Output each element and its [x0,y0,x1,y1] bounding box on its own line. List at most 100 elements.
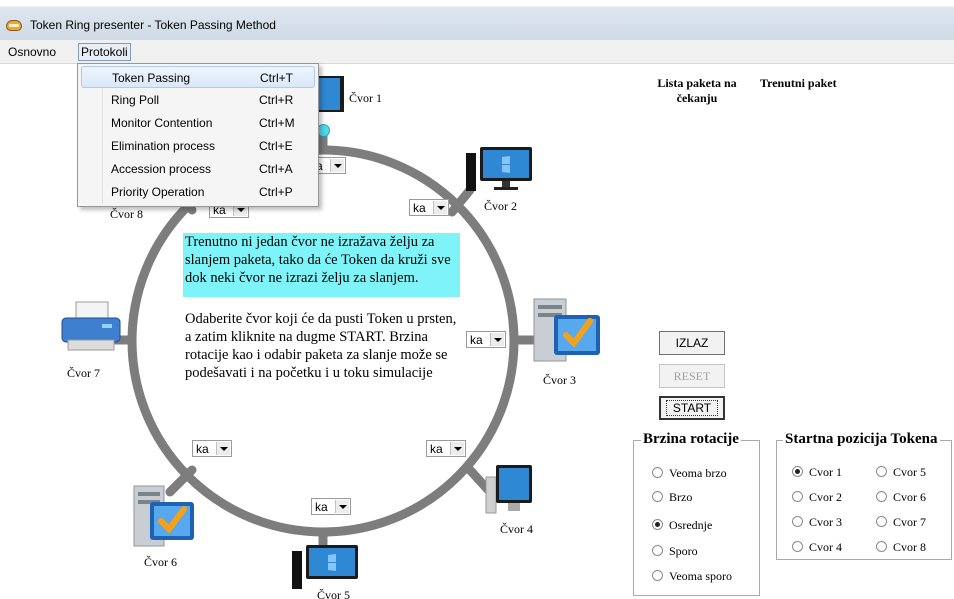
queue-header: Lista paketa na čekanju [657,76,737,105]
server-icon [133,485,194,547]
protokoli-dropdown-menu: Token Passing Ctrl+T Ring Poll Ctrl+R Mo… [77,63,319,207]
radio-icon[interactable] [652,545,663,556]
packet-combo-node-5[interactable]: ka [311,498,351,515]
start-option-cvor-8[interactable]: Cvor 8 [876,540,926,555]
menu-item-elimination-process[interactable]: Elimination process Ctrl+E [81,135,315,157]
menu-item-label: Accession process [111,162,212,176]
chevron-down-icon[interactable] [433,201,447,214]
menu-item-label: Monitor Contention [111,116,213,130]
desktop-computer-icon [292,545,358,589]
packet-combo-node-4[interactable]: ka [426,440,466,457]
packet-combo-node-3[interactable]: ka [466,331,506,348]
instructions-text: Odaberite čvor koji će da pusti Token u … [185,311,457,381]
radio-label: Osrednje [669,518,713,532]
menu-item-shortcut: Ctrl+A [259,162,293,176]
start-option-cvor-6[interactable]: Cvor 6 [876,490,926,505]
radio-icon[interactable] [876,541,887,552]
radio-label: Cvor 4 [809,540,842,554]
chevron-down-icon[interactable] [335,500,349,513]
radio-icon[interactable] [876,491,887,502]
node-1-computer[interactable] [316,76,346,125]
radio-icon[interactable] [792,516,803,527]
combo-value: ka [430,442,443,456]
node-6-label: Čvor 6 [144,555,177,569]
radio-label: Cvor 7 [893,515,926,529]
node-5-computer[interactable] [292,545,360,592]
radio-label: Veoma sporo [669,569,732,583]
radio-selected-icon[interactable] [792,466,803,477]
speed-option-veoma-sporo[interactable]: Veoma sporo [652,569,732,584]
chevron-down-icon[interactable] [450,442,464,455]
printer-icon [61,301,121,351]
combo-value: ka [315,500,328,514]
node-2-label: Čvor 2 [484,199,517,213]
radio-label: Sporo [669,544,698,558]
start-position-group-title: Startna pozicija Tokena [783,431,940,448]
start-option-cvor-5[interactable]: Cvor 5 [876,465,926,480]
chevron-down-icon[interactable] [330,159,344,172]
node-8-label: Čvor 8 [110,207,143,221]
start-option-cvor-3[interactable]: Cvor 3 [792,515,842,530]
reset-button[interactable]: RESET [659,364,725,388]
packet-combo-node-6[interactable]: ka [192,440,232,457]
server-icon [533,298,600,362]
node-5-label: Čvor 5 [317,588,350,599]
menu-item-label: Ring Poll [111,93,160,107]
start-button-label: START [665,400,719,416]
combo-value: ka [470,333,483,347]
radio-icon[interactable] [792,541,803,552]
menu-item-label: Elimination process [111,139,216,153]
combo-value: ka [196,442,209,456]
speed-option-brzo[interactable]: Brzo [652,490,692,505]
chevron-down-icon[interactable] [216,442,230,455]
node-6-server[interactable] [130,484,196,553]
start-button[interactable]: START [659,396,725,420]
menu-item-priority-operation[interactable]: Priority Operation Ctrl+P [81,181,315,203]
radio-icon[interactable] [652,570,663,581]
menu-item-shortcut: Ctrl+M [259,116,295,130]
node-3-label: Čvor 3 [543,373,576,387]
status-message: Trenutno ni jedan čvor ne izražava želju… [183,233,460,297]
start-option-cvor-4[interactable]: Cvor 4 [792,540,842,555]
menu-item-shortcut: Ctrl+P [259,185,293,199]
menu-item-shortcut: Ctrl+T [260,71,293,85]
menu-item-shortcut: Ctrl+R [259,93,294,107]
speed-group-title: Brzina rotacije [641,431,741,448]
node-2-computer[interactable] [466,147,534,196]
chevron-down-icon[interactable] [490,333,504,346]
speed-option-veoma-brzo[interactable]: Veoma brzo [652,466,727,481]
desktop-computer-icon [466,147,532,191]
radio-icon[interactable] [652,467,663,478]
exit-button[interactable]: IZLAZ [659,331,725,355]
radio-label: Veoma brzo [669,466,727,480]
menu-item-shortcut: Ctrl+E [259,139,293,153]
menu-item-token-passing[interactable]: Token Passing Ctrl+T [81,66,315,88]
radio-label: Cvor 8 [893,540,926,554]
radio-selected-icon[interactable] [652,519,663,530]
node-7-printer[interactable] [58,300,124,359]
radio-label: Cvor 6 [893,490,926,504]
node-7-label: Čvor 7 [67,366,100,380]
speed-option-sporo[interactable]: Sporo [652,544,698,559]
menu-item-monitor-contention[interactable]: Monitor Contention Ctrl+M [81,112,315,134]
radio-label: Cvor 2 [809,490,842,504]
menu-item-ring-poll[interactable]: Ring Poll Ctrl+R [81,89,315,111]
menu-item-label: Priority Operation [111,185,205,199]
node-3-server[interactable] [530,295,602,370]
radio-label: Brzo [669,490,693,504]
packet-combo-node-2[interactable]: ka [409,199,449,216]
start-option-cvor-7[interactable]: Cvor 7 [876,515,926,530]
speed-option-osrednje[interactable]: Osrednje [652,518,712,533]
start-option-cvor-2[interactable]: Cvor 2 [792,490,842,505]
menu-item-accession-process[interactable]: Accession process Ctrl+A [81,158,315,180]
radio-icon[interactable] [876,516,887,527]
radio-label: Cvor 5 [893,465,926,479]
current-packet-header: Trenutni paket [760,76,837,90]
radio-icon[interactable] [792,491,803,502]
radio-icon[interactable] [652,491,663,502]
node-4-computer[interactable] [484,463,534,520]
start-option-cvor-1[interactable]: Cvor 1 [792,465,842,480]
node-4-label: Čvor 4 [500,522,533,536]
radio-icon[interactable] [876,466,887,477]
menu-item-label: Token Passing [112,71,191,85]
